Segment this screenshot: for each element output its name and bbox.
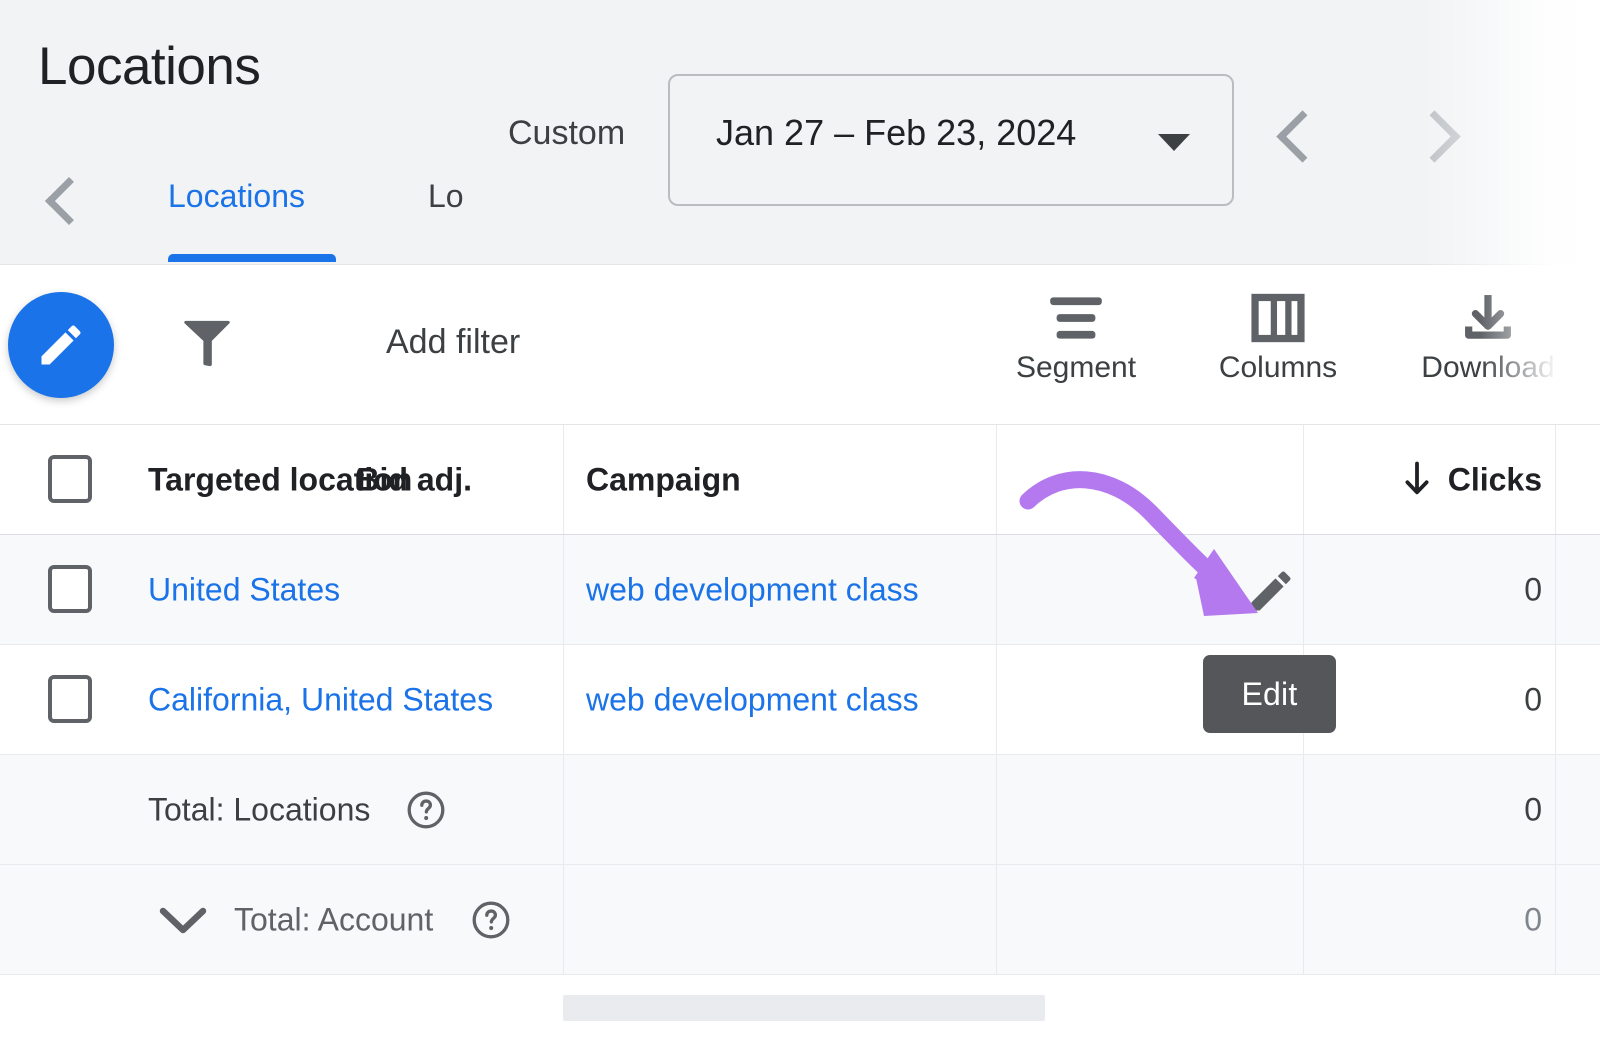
segment-icon <box>986 289 1166 351</box>
column-divider <box>1303 865 1304 974</box>
download-icon <box>1398 289 1578 351</box>
column-divider <box>563 645 564 754</box>
column-divider <box>996 425 997 534</box>
column-divider <box>1303 755 1304 864</box>
tab-locations[interactable]: Locations <box>168 172 305 215</box>
pencil-icon <box>1245 565 1297 617</box>
row-checkbox[interactable] <box>48 565 96 615</box>
chevron-down-icon[interactable] <box>155 900 211 940</box>
total-locations-label: Total: Locations <box>148 791 370 828</box>
column-divider <box>996 535 997 644</box>
row-location-link[interactable]: California, United States <box>148 681 493 718</box>
filter-button[interactable] <box>178 313 236 377</box>
columns-button[interactable]: Columns <box>1188 289 1368 409</box>
date-mode-label: Custom <box>508 114 625 153</box>
date-range-picker[interactable]: Jan 27 – Feb 23, 2024 <box>668 74 1234 206</box>
column-divider <box>1555 865 1556 974</box>
column-header-clicks-label: Clicks <box>1448 461 1542 497</box>
download-button[interactable]: Download <box>1398 289 1578 409</box>
total-account-clicks: 0 <box>1524 901 1542 938</box>
select-all-checkbox[interactable] <box>48 455 96 505</box>
row-location-link[interactable]: United States <box>148 571 340 608</box>
chevron-down-icon <box>1158 134 1190 151</box>
pencil-icon <box>35 319 87 371</box>
table-total-row-account: Total: Account 0 <box>0 865 1600 975</box>
active-tab-indicator <box>168 254 336 262</box>
column-divider <box>1555 755 1556 864</box>
column-header-clicks[interactable]: Clicks <box>1448 461 1542 498</box>
edit-tooltip-label: Edit <box>1242 676 1298 713</box>
column-divider <box>1555 425 1556 534</box>
previous-period-button[interactable] <box>1272 104 1330 176</box>
row-clicks-value: 0 <box>1524 571 1542 608</box>
column-divider <box>996 645 997 754</box>
table-total-row-locations: Total: Locations 0 <box>0 755 1600 865</box>
table-toolbar: Add filter Segment Columns <box>0 265 1600 425</box>
total-locations-clicks: 0 <box>1524 791 1542 828</box>
column-divider <box>1303 425 1304 534</box>
segment-label: Segment <box>986 351 1166 385</box>
google-ads-locations-page: Locations Custom Jan 27 – Feb 23, 2024 L… <box>0 0 1600 1064</box>
help-circle-icon[interactable] <box>470 899 512 941</box>
column-divider <box>1555 645 1556 754</box>
table-row[interactable]: United States web development class 0 <box>0 535 1600 645</box>
page-header: Locations Custom Jan 27 – Feb 23, 2024 L… <box>0 0 1600 265</box>
row-campaign-link[interactable]: web development class <box>586 571 919 608</box>
download-label: Download <box>1398 351 1578 385</box>
columns-icon <box>1188 289 1368 351</box>
column-divider <box>996 755 997 864</box>
bid-adj-edit-pencil[interactable] <box>1245 565 1297 617</box>
table-row[interactable]: California, United States web developmen… <box>0 645 1600 755</box>
column-header-campaign[interactable]: Campaign <box>586 461 741 498</box>
row-campaign-link[interactable]: web development class <box>586 681 919 718</box>
arrow-down-icon <box>1402 462 1432 498</box>
segment-button[interactable]: Segment <box>986 289 1166 409</box>
funnel-icon <box>178 313 236 377</box>
column-divider <box>563 425 564 534</box>
column-divider <box>563 535 564 644</box>
column-divider <box>1555 535 1556 644</box>
chevron-right-icon <box>1408 110 1460 162</box>
tabs-scroll-back-button[interactable] <box>40 170 92 232</box>
horizontal-scrollbar[interactable] <box>563 995 1045 1021</box>
row-checkbox[interactable] <box>48 675 96 725</box>
row-bid-adj-value <box>1205 587 1235 592</box>
edit-fab-button[interactable] <box>8 292 114 398</box>
column-divider <box>563 865 564 974</box>
column-divider <box>563 755 564 864</box>
columns-label: Columns <box>1188 351 1368 385</box>
row-clicks-value: 0 <box>1524 681 1542 718</box>
locations-table: Targeted location Campaign Bid adj. Clic… <box>0 425 1600 975</box>
tab-locations-secondary[interactable]: Lo <box>428 172 464 215</box>
column-header-bid-adj[interactable]: Bid adj. <box>356 461 472 498</box>
chevron-left-icon <box>45 177 93 225</box>
add-filter-button[interactable]: Add filter <box>386 323 520 362</box>
page-title: Locations <box>38 36 260 98</box>
edit-tooltip: Edit <box>1203 655 1336 733</box>
chevron-left-icon <box>1276 110 1328 162</box>
help-circle-icon[interactable] <box>405 789 447 831</box>
date-range-value: Jan 27 – Feb 23, 2024 <box>716 112 1076 154</box>
column-divider <box>1303 535 1304 644</box>
table-header-row: Targeted location Campaign Bid adj. Clic… <box>0 425 1600 535</box>
column-divider <box>996 865 997 974</box>
total-account-label: Total: Account <box>234 901 433 938</box>
next-period-button[interactable] <box>1404 104 1462 176</box>
